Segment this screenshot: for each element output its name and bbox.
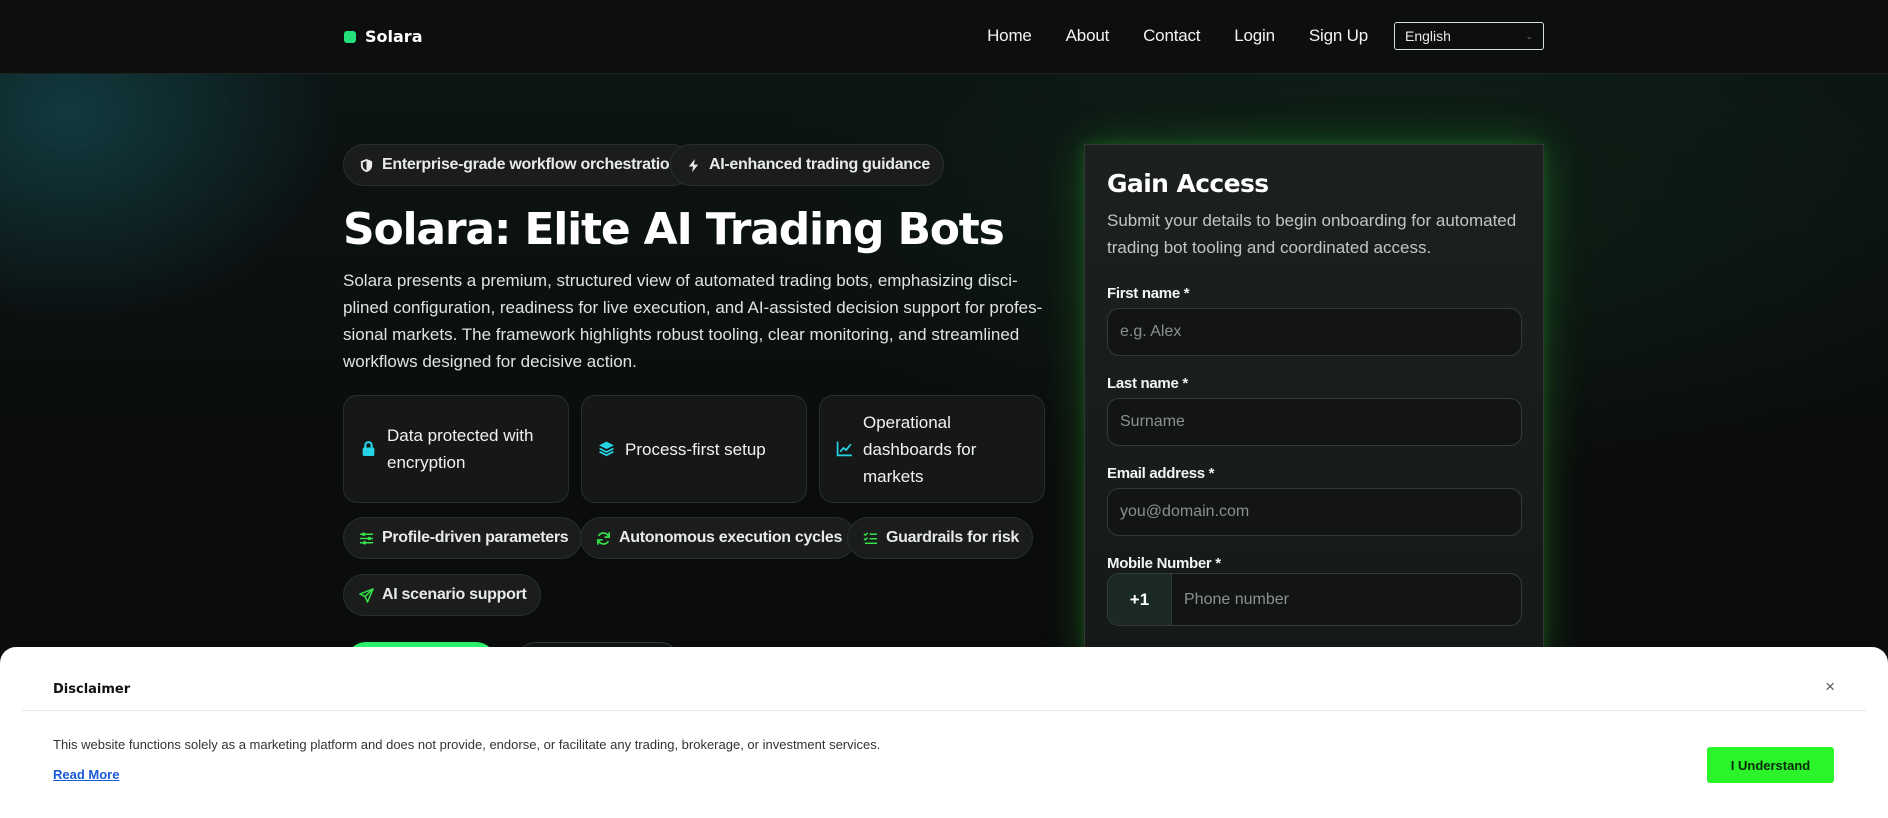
disclaimer-text: This website functions solely as a marke… xyxy=(53,737,881,752)
pill-ai-scenario: AI scenario support xyxy=(343,574,541,616)
country-code-select[interactable]: +1 xyxy=(1108,574,1172,625)
phone-placeholder: Phone number xyxy=(1184,590,1289,608)
i-understand-button[interactable]: I Understand xyxy=(1707,747,1834,783)
hero-description: Solara presents a premium, structured vi… xyxy=(343,271,1043,371)
feature-process-setup: Process-first setup xyxy=(581,395,807,503)
checklist-icon xyxy=(862,530,878,546)
form-subtitle: Submit your details to begin onboarding … xyxy=(1107,211,1517,257)
pill-label: Autonomous execution cycles xyxy=(619,529,843,546)
last-name-input[interactable]: Surname xyxy=(1107,398,1522,446)
email-placeholder: you@domain.com xyxy=(1120,503,1250,520)
close-icon[interactable]: × xyxy=(1825,677,1835,697)
email-input[interactable]: you@domain.com xyxy=(1107,488,1522,536)
read-more-link[interactable]: Read More xyxy=(53,767,119,782)
pill-label: Guardrails for risk xyxy=(886,529,1020,546)
top-navbar: Solara Home About Contact Login Sign Up … xyxy=(0,0,1888,74)
brand-logo[interactable]: Solara xyxy=(344,27,422,46)
pill-guardrails: Guardrails for risk xyxy=(847,517,1034,559)
last-name-placeholder: Surname xyxy=(1120,413,1185,430)
form-title: Gain Access xyxy=(1107,169,1269,198)
language-value: English xyxy=(1405,28,1451,44)
phone-number-input[interactable]: Phone number xyxy=(1172,574,1289,625)
pill-profile-parameters: Profile-driven parameters xyxy=(343,517,583,559)
pill-label: Enterprise-grade workflow orchestration xyxy=(382,156,679,173)
pill-label: AI scenario support xyxy=(382,586,527,603)
mobile-number-field: +1 Phone number xyxy=(1107,573,1522,626)
refresh-icon xyxy=(595,530,611,546)
pill-ai-guidance: AI-enhanced trading guidance xyxy=(670,144,944,186)
disclaimer-divider xyxy=(22,710,1866,711)
brand-dot-icon xyxy=(344,30,356,43)
first-name-placeholder: e.g. Alex xyxy=(1120,323,1182,340)
nav-home[interactable]: Home xyxy=(987,26,1032,46)
bolt-icon xyxy=(685,157,701,173)
layers-icon xyxy=(598,440,616,458)
hero-title: Solara: Elite AI Trading Bots xyxy=(343,204,1005,255)
feature-label: Operational dashboards for markets xyxy=(863,412,977,486)
shield-icon xyxy=(358,157,374,173)
pill-label: Profile-driven parameters xyxy=(382,529,569,546)
chevron-down-icon: ⌄ xyxy=(1525,30,1533,41)
first-name-input[interactable]: e.g. Alex xyxy=(1107,308,1522,356)
pill-workflow-orchestration: Enterprise-grade workflow orchestration xyxy=(343,144,693,186)
first-name-label: First name * xyxy=(1107,285,1190,302)
feature-label: Data protected with encryption xyxy=(387,426,534,472)
email-label: Email address * xyxy=(1107,465,1215,482)
nav-sign-up[interactable]: Sign Up xyxy=(1309,26,1368,46)
sliders-icon xyxy=(358,530,374,546)
disclaimer-banner: Disclaimer × This website functions sole… xyxy=(0,647,1888,818)
disclaimer-title: Disclaimer xyxy=(53,682,131,697)
last-name-label: Last name * xyxy=(1107,375,1188,392)
gain-access-form: Gain Access Submit your details to begin… xyxy=(1084,144,1544,664)
pill-label: AI-enhanced trading guidance xyxy=(709,156,930,173)
language-select[interactable]: English ⌄ xyxy=(1394,22,1544,50)
feature-dashboards: Operational dashboards for markets xyxy=(819,395,1045,503)
mobile-label: Mobile Number * xyxy=(1107,555,1221,572)
pill-execution-cycles: Autonomous execution cycles xyxy=(580,517,857,559)
send-icon xyxy=(358,587,374,603)
main-nav: Home About Contact Login Sign Up English… xyxy=(987,22,1544,50)
chart-line-icon xyxy=(836,440,854,458)
feature-encryption: Data protected with encryption xyxy=(343,395,569,503)
nav-login[interactable]: Login xyxy=(1234,26,1275,46)
nav-contact[interactable]: Contact xyxy=(1143,26,1200,46)
brand-name: Solara xyxy=(365,27,423,46)
nav-about[interactable]: About xyxy=(1066,26,1110,46)
feature-label: Process-first setup xyxy=(625,439,766,459)
lock-icon xyxy=(360,440,378,458)
